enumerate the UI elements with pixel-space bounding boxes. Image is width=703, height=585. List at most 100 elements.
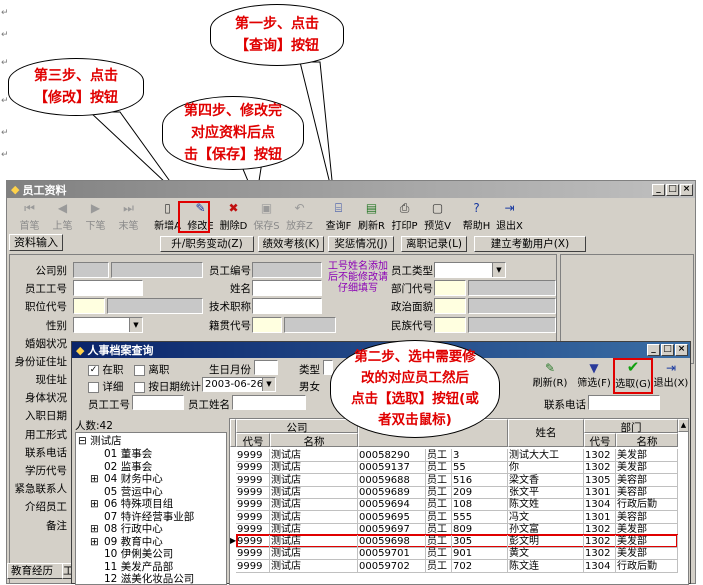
grid-cell-dname[interactable]: 美发部: [616, 449, 678, 462]
collapse-icon[interactable]: ⊟: [78, 435, 90, 447]
emp-type-select[interactable]: ▼: [434, 262, 506, 278]
grid-cell-company[interactable]: 测试店: [270, 461, 358, 475]
grid-cell-dcode[interactable]: 1301: [584, 510, 616, 524]
grid-cell-id[interactable]: 00059689: [358, 485, 426, 499]
grid-cell-dname[interactable]: 行政后勤: [616, 498, 678, 512]
toolbar-button-6[interactable]: ✖ 删除D: [217, 201, 250, 233]
grid-cell-dname[interactable]: 美容部: [616, 473, 678, 487]
grid-cell-name[interactable]: 你: [508, 461, 584, 475]
company-name-field[interactable]: [111, 262, 203, 278]
grid-cell-code[interactable]: 9999: [236, 449, 270, 462]
employee-grid[interactable]: 公司 代号 名称 姓名 部门 代号 名称 ▲ 9999 测试店 00058290 员工 3 测试大大工 13…: [229, 418, 689, 585]
grid-cell-code[interactable]: 9999: [236, 535, 270, 549]
toolbar-button-10[interactable]: ▤ 刷新R: [355, 201, 388, 233]
toolbar-button-2[interactable]: ▶ 下笔: [79, 201, 112, 233]
filter-button[interactable]: ▼ 筛选(F): [576, 362, 612, 389]
grid-cell-no[interactable]: 901: [452, 547, 508, 561]
grid-cell-company[interactable]: 测试店: [270, 473, 358, 487]
grid-cell-name[interactable]: 梁文香: [508, 473, 584, 487]
grid-cell-type[interactable]: 员工: [426, 473, 452, 487]
grid-cell-name[interactable]: 冯文: [508, 510, 584, 524]
promotion-button[interactable]: 升/职务变动(Z): [160, 236, 254, 252]
position-code-field[interactable]: [73, 298, 105, 314]
emp-no-field[interactable]: [73, 280, 143, 296]
grid-cell-name[interactable]: 张文平: [508, 485, 584, 499]
toolbar-button-7[interactable]: ▣ 保存S: [250, 201, 283, 233]
grid-cell-id[interactable]: 00059701: [358, 547, 426, 561]
exit-dialog-button[interactable]: ⇥ 退出(X): [652, 362, 690, 389]
active-checkbox[interactable]: ✓ 在职: [88, 362, 123, 377]
emp-no-filter-field[interactable]: [132, 395, 184, 410]
toolbar-button-8[interactable]: ↶ 放弃Z: [283, 201, 316, 233]
phone-filter-field[interactable]: [588, 395, 660, 410]
dialog-close-button[interactable]: ×: [675, 344, 688, 356]
grid-cell-name[interactable]: 彭文明: [508, 535, 584, 549]
grid-cell-no[interactable]: 516: [452, 473, 508, 487]
refresh-dialog-button[interactable]: ✎ 刷新(R): [532, 362, 568, 389]
by-date-checkbox[interactable]: 按日期统计: [134, 379, 201, 394]
grid-cell-type[interactable]: 员工: [426, 485, 452, 499]
toolbar-button-9[interactable]: ⌸ 查询F: [322, 201, 355, 233]
toolbar-button-11[interactable]: ⎙ 打印P: [388, 201, 421, 233]
company-code-field[interactable]: [73, 262, 109, 278]
grid-cell-id[interactable]: 00059698: [358, 535, 426, 549]
grid-cell-no[interactable]: 108: [452, 498, 508, 512]
grid-cell-dname[interactable]: 美容部: [616, 485, 678, 499]
grid-cell-dcode[interactable]: 1301: [584, 485, 616, 499]
native-name-field[interactable]: [284, 317, 336, 333]
grid-cell-type[interactable]: 员工: [426, 510, 452, 524]
grid-cell-code[interactable]: 9999: [236, 485, 270, 499]
grid-cell-company[interactable]: 测试店: [270, 498, 358, 512]
grid-cell-id[interactable]: 00059702: [358, 559, 426, 573]
grid-cell-code[interactable]: 9999: [236, 547, 270, 561]
detail-checkbox[interactable]: 详细: [88, 379, 123, 394]
grid-cell-name[interactable]: 测试大大工: [508, 449, 584, 462]
grid-cell-dcode[interactable]: 1302: [584, 449, 616, 462]
grid-cell-no[interactable]: 209: [452, 485, 508, 499]
grid-cell-dcode[interactable]: 1302: [584, 461, 616, 475]
grid-cell-name[interactable]: 陈文姓: [508, 498, 584, 512]
grid-cell-type[interactable]: 员工: [426, 461, 452, 475]
grid-cell-no[interactable]: 702: [452, 559, 508, 573]
ethnic-name-field[interactable]: [468, 317, 556, 333]
grid-cell-company[interactable]: 测试店: [270, 449, 358, 462]
grid-cell-code[interactable]: 9999: [236, 498, 270, 512]
resign-record-button[interactable]: 离职记录(L): [401, 236, 467, 252]
grid-cell-dcode[interactable]: 1304: [584, 498, 616, 512]
close-button[interactable]: ×: [680, 183, 693, 196]
grid-cell-id[interactable]: 00058290: [358, 449, 426, 462]
emp-name-filter-field[interactable]: [232, 395, 306, 410]
grid-cell-type[interactable]: 员工: [426, 498, 452, 512]
grid-cell-no[interactable]: 55: [452, 461, 508, 475]
grid-cell-code[interactable]: 9999: [236, 461, 270, 475]
grid-cell-dname[interactable]: 美容部: [616, 510, 678, 524]
grid-cell-code[interactable]: 9999: [236, 473, 270, 487]
grid-cell-code[interactable]: 9999: [236, 559, 270, 573]
grid-cell-no[interactable]: 305: [452, 535, 508, 549]
dialog-minimize-button[interactable]: _: [647, 344, 660, 356]
gender-select[interactable]: ▼: [73, 317, 143, 333]
grid-cell-id[interactable]: 00059137: [358, 461, 426, 475]
grid-cell-id[interactable]: 00059695: [358, 510, 426, 524]
toolbar-button-0[interactable]: ⏮ 首笔: [13, 201, 46, 233]
dept-code-field[interactable]: [434, 280, 466, 296]
grid-cell-company[interactable]: 测试店: [270, 485, 358, 499]
toolbar-button-13[interactable]: ? 帮助H: [460, 201, 493, 233]
grid-cell-id[interactable]: 00059694: [358, 498, 426, 512]
grid-cell-company[interactable]: 测试店: [270, 535, 358, 549]
tab-data-input[interactable]: 资料输入: [9, 234, 63, 251]
grid-cell-dcode[interactable]: 1304: [584, 559, 616, 573]
scrollbar-up[interactable]: ▲: [678, 419, 688, 432]
toolbar-button-1[interactable]: ◀ 上笔: [46, 201, 79, 233]
grid-cell-dname[interactable]: 美发部: [616, 535, 678, 549]
date-picker[interactable]: 2003-06-26 ▼: [202, 377, 276, 392]
reward-button[interactable]: 奖惩情况(J): [328, 236, 394, 252]
grid-cell-dcode[interactable]: 1302: [584, 547, 616, 561]
grid-cell-type[interactable]: 员工: [426, 559, 452, 573]
chevron-down-icon[interactable]: ▼: [262, 378, 275, 391]
toolbar-button-3[interactable]: ⏭ 末笔: [112, 201, 145, 233]
department-tree[interactable]: ⊟ 测试店 01 董事会 02 监事会 ⊞ 04 财务中心 05 营运中心 ⊞ 06…: [75, 432, 227, 585]
grid-cell-no[interactable]: 3: [452, 449, 508, 462]
birth-month-field[interactable]: [254, 360, 278, 375]
grid-cell-type[interactable]: 员工: [426, 547, 452, 561]
